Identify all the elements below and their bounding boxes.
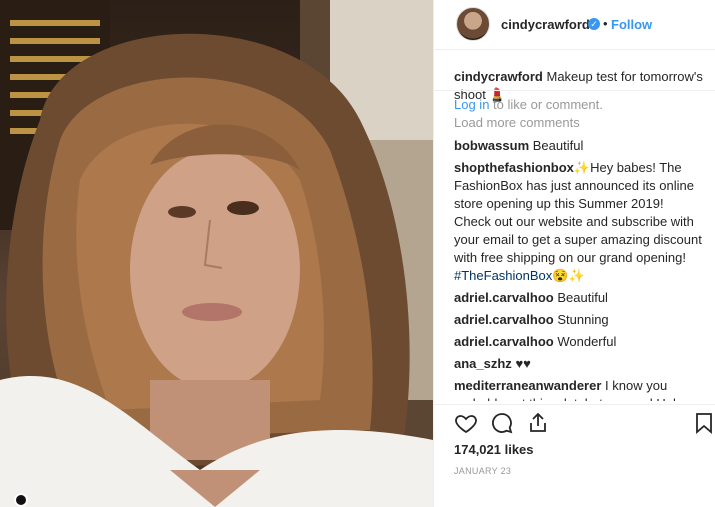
post-header: cindycrawford ✓ • Follow [434, 0, 715, 50]
likes-count[interactable]: 174,021 likes [454, 442, 534, 457]
comment-item: adriel.carvalhoo Wonderful [454, 333, 704, 351]
comment-item: ana_szhz ♥♥ [454, 355, 704, 373]
header-username[interactable]: cindycrawford [501, 17, 590, 32]
heart-icon[interactable] [454, 411, 478, 435]
photo-indicator-dot [14, 493, 28, 507]
comment-text: ✨Hey babes! The FashionBox has just anno… [454, 160, 702, 265]
comment-username[interactable]: adriel.carvalhoo [454, 334, 554, 349]
post-actions: 174,021 likes JANUARY 23 [434, 404, 715, 504]
comment-text: ♥♥ [515, 356, 531, 371]
share-icon[interactable] [526, 411, 550, 435]
login-link[interactable]: Log in [454, 97, 489, 112]
login-footer: Log in to like or comment. [434, 90, 715, 112]
header-separator: • [603, 16, 608, 31]
login-prompt: Log in to like or comment. [454, 97, 603, 112]
comment-item: bobwassum Beautiful [454, 137, 704, 155]
follow-button[interactable]: Follow [611, 17, 652, 32]
comment-icon[interactable] [490, 411, 514, 435]
comment-item: adriel.carvalhoo Beautiful [454, 289, 704, 307]
comment-item: mediterraneanwanderer I know you probabl… [454, 377, 704, 401]
avatar[interactable] [456, 7, 490, 41]
comment-username[interactable]: adriel.carvalhoo [454, 290, 554, 305]
comments-list[interactable]: cindycrawford Makeup test for tomorrow's… [454, 68, 704, 401]
post-photo[interactable] [0, 0, 433, 507]
comment-username[interactable]: bobwassum [454, 138, 529, 153]
comment-username[interactable]: ana_szhz [454, 356, 512, 371]
verified-badge-icon: ✓ [588, 18, 600, 30]
comment-username[interactable]: adriel.carvalhoo [454, 312, 554, 327]
post-date: JANUARY 23 [454, 466, 512, 476]
comment-text: Wonderful [557, 334, 617, 349]
photo-illustration [0, 0, 433, 507]
comment-username[interactable]: mediterraneanwanderer [454, 378, 601, 393]
comment-text: Beautiful [557, 290, 608, 305]
comment-username[interactable]: shopthefashionbox [454, 160, 574, 175]
caption-username[interactable]: cindycrawford [454, 69, 543, 84]
comment-emoji: 😵✨ [552, 268, 585, 283]
comment-text: Beautiful [532, 138, 584, 153]
bookmark-icon[interactable] [692, 411, 715, 435]
comment-item: adriel.carvalhoo Stunning [454, 311, 704, 329]
hashtag-link[interactable]: #TheFashionBox [454, 268, 552, 283]
login-rest: to like or comment. [489, 97, 603, 112]
comment-text: Stunning [557, 312, 609, 327]
comment-item: shopthefashionbox✨Hey babes! The Fashion… [454, 159, 704, 285]
load-more-comments-button[interactable]: Load more comments [454, 114, 704, 132]
post-panel: cindycrawford ✓ • Follow cindycrawford M… [433, 0, 715, 507]
